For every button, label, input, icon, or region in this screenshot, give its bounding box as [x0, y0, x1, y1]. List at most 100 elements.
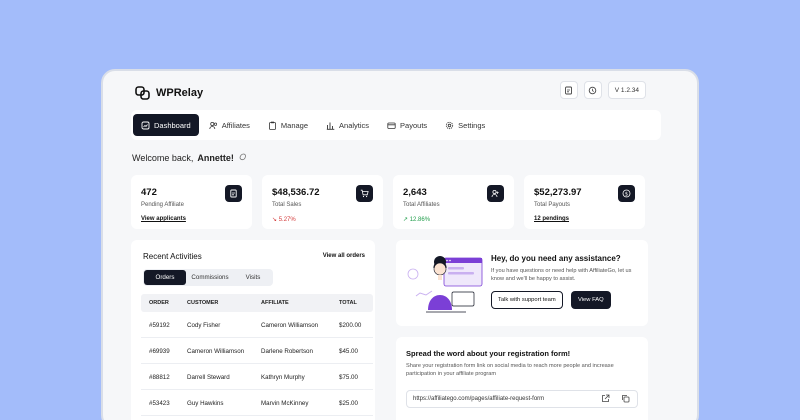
view-faq-button[interactable]: View FAQ [571, 291, 611, 309]
nav-label: Manage [280, 120, 309, 130]
customer-name: Guy Hawkins [187, 400, 224, 407]
column-header: AFFILIATE [261, 300, 289, 306]
assistance-title: Hey, do you need any assistance? [491, 254, 621, 263]
stat-card-total-affiliates: 2,643 Total Affiliates ↗ 12.86% [393, 175, 514, 229]
panel-title: Recent Activities [143, 252, 202, 261]
pendings-link[interactable]: 12 pendings [534, 216, 569, 222]
customer-name: Darrell Steward [187, 374, 230, 381]
table-row[interactable]: #53423 Guy Hawkins Marvin McKinney $25.0… [141, 392, 373, 416]
stat-label: Total Sales [272, 202, 302, 208]
registration-description: Share your registration form link on soc… [406, 363, 614, 377]
copy-icon[interactable] [620, 394, 631, 405]
affiliate-name: Cameron Williamson [261, 322, 319, 329]
wallet-icon [387, 122, 396, 129]
dollar-icon: $ [618, 185, 635, 202]
nav-manage[interactable]: Manage [260, 114, 316, 136]
order-id: #69939 [149, 348, 170, 355]
document-icon[interactable] [559, 81, 578, 99]
stat-card-total-payouts: $52,273.97 Total Payouts 12 pendings $ [524, 175, 645, 229]
registration-title: Spread the word about your registration … [406, 349, 571, 358]
app-name: WPRelay [156, 87, 204, 99]
trend-value: 12.86% [409, 217, 431, 223]
logo-icon [135, 86, 151, 100]
wave-icon [238, 152, 247, 163]
stat-label: Pending Affiliate [141, 202, 184, 208]
table-row[interactable]: #69939 Cameron Williamson Darlene Robert… [141, 340, 373, 364]
stat-value: $48,536.72 [272, 187, 320, 198]
column-header: CUSTOMER [187, 300, 219, 306]
assistance-description: If you have questions or need help with … [491, 268, 632, 282]
affiliate-name: Darlene Robertson [261, 348, 313, 355]
customer-name: Cameron Williamson [187, 348, 245, 355]
order-id: #88812 [149, 374, 170, 381]
view-all-orders-link[interactable]: View all orders [323, 253, 365, 259]
affiliate-name: Marvin McKinney [261, 400, 309, 407]
nav-label: Payouts [400, 120, 428, 130]
affiliate-name: Kathryn Murphy [261, 374, 305, 381]
table-row[interactable]: #88812 Darrell Steward Kathryn Murphy $7… [141, 366, 373, 390]
arrow-down-icon: ↘ [272, 217, 278, 223]
stat-value: $52,273.97 [534, 187, 582, 198]
order-total: $45.00 [339, 348, 358, 355]
stat-card-total-sales: $48,536.72 Total Sales ↘ 5.27% [262, 175, 383, 229]
order-total: $75.00 [339, 374, 358, 381]
nav-payouts[interactable]: Payouts [379, 114, 435, 136]
nav-analytics[interactable]: Analytics [318, 114, 377, 136]
main-nav: Dashboard Affiliates Manage Analytics Pa… [131, 110, 661, 140]
table-row[interactable]: #59192 Cody Fisher Cameron Williamson $2… [141, 314, 373, 338]
nav-dashboard[interactable]: Dashboard [133, 114, 199, 136]
version-badge: V 1.2.34 [607, 81, 646, 99]
document-icon [225, 185, 242, 202]
stat-card-pending-affiliate: 472 Pending Affiliate View applicants [131, 175, 252, 229]
nav-label: Affiliates [221, 120, 250, 130]
tab-orders[interactable]: Orders [144, 270, 186, 285]
table-header: ORDER CUSTOMER AFFILIATE TOTAL [141, 294, 373, 312]
bar-chart-icon [326, 122, 335, 130]
stat-value: 2,643 [403, 187, 427, 198]
app-window: WPRelay V 1.2.34 Dashboard Affiliates Ma… [101, 69, 699, 420]
tab-commissions[interactable]: Commissions [186, 270, 234, 285]
welcome-prefix: Welcome back, [132, 152, 194, 163]
user-name: Annette! [197, 152, 234, 163]
order-total: $25.00 [339, 400, 358, 407]
svg-text:$: $ [625, 191, 628, 197]
stat-label: Total Payouts [534, 202, 571, 208]
users-icon [487, 185, 504, 202]
app-header: WPRelay V 1.2.34 [103, 71, 697, 115]
cart-icon [356, 185, 373, 202]
tab-visits[interactable]: Visits [234, 270, 272, 285]
users-icon [209, 121, 217, 129]
stat-label: Total Affiliates [403, 202, 440, 208]
column-header: ORDER [149, 300, 169, 306]
arrow-up-icon: ↗ [403, 217, 409, 223]
customer-name: Cody Fisher [187, 322, 221, 329]
trend-value: 5.27% [278, 217, 296, 223]
assistance-panel: Hey, do you need any assistance? If you … [396, 240, 648, 326]
registration-url-field[interactable]: https://affiliatego.com/pages/affiliate-… [406, 390, 638, 408]
order-id: #53423 [149, 400, 170, 407]
welcome-message: Welcome back, Annette! [132, 152, 247, 163]
stat-trend-down: ↘ 5.27% [272, 216, 296, 223]
nav-label: Analytics [339, 120, 370, 130]
clock-icon[interactable] [583, 81, 602, 99]
view-applicants-link[interactable]: View applicants [141, 216, 186, 222]
external-link-icon[interactable] [600, 394, 611, 405]
logo[interactable]: WPRelay [135, 86, 203, 100]
column-header: TOTAL [339, 300, 357, 306]
support-illustration [404, 248, 486, 320]
nav-settings[interactable]: Settings [437, 114, 493, 136]
nav-label: Dashboard [154, 120, 191, 130]
nav-affiliates[interactable]: Affiliates [201, 114, 258, 136]
clipboard-icon [269, 121, 276, 130]
stat-trend-up: ↗ 12.86% [403, 216, 430, 223]
stat-value: 472 [141, 187, 157, 198]
order-id: #59192 [149, 322, 170, 329]
order-total: $200.00 [339, 322, 362, 329]
talk-with-support-button[interactable]: Talk with support team [491, 291, 563, 309]
registration-url: https://affiliatego.com/pages/affiliate-… [413, 396, 545, 402]
nav-label: Settings [458, 120, 486, 130]
recent-activities-panel: Recent Activities View all orders Orders… [131, 240, 375, 420]
dashboard-icon [141, 121, 150, 129]
gear-icon [446, 121, 454, 129]
registration-form-panel: Spread the word about your registration … [396, 337, 648, 420]
